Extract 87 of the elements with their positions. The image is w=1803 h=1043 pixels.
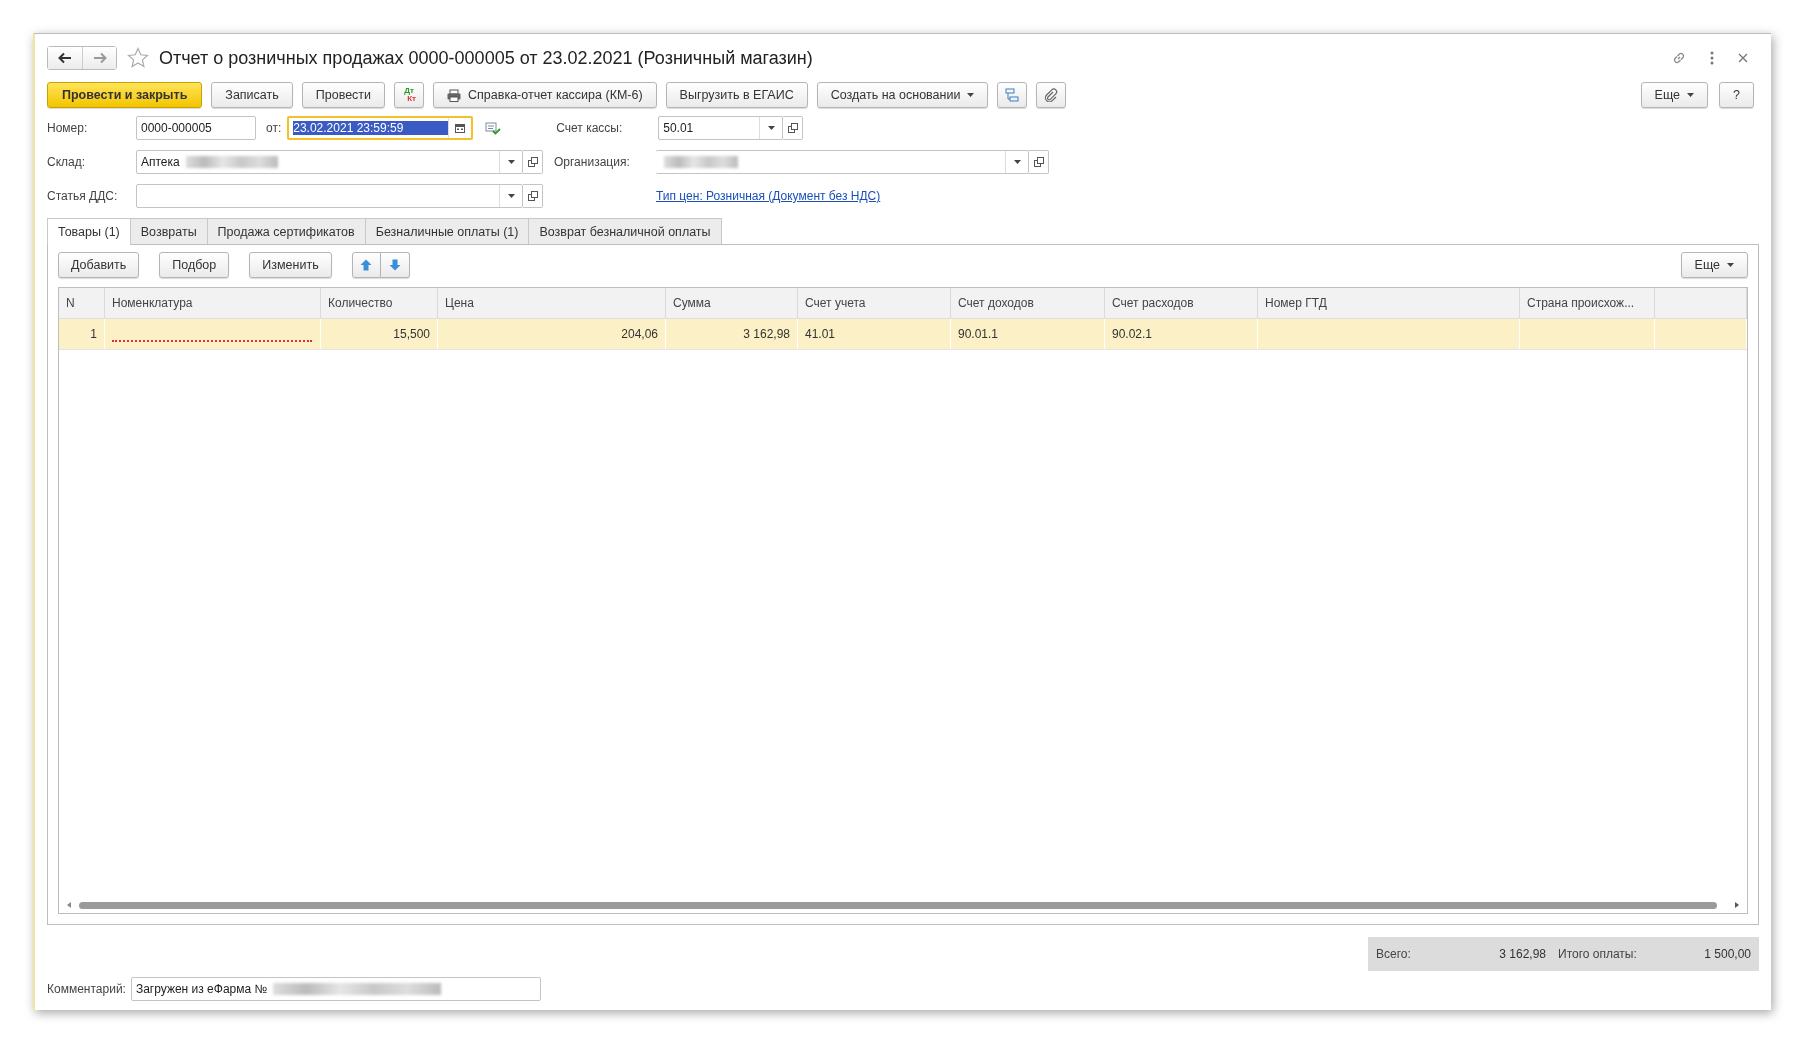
up-arrow-icon bbox=[360, 259, 373, 271]
table-cell: 15,500 bbox=[393, 327, 430, 341]
caret-icon bbox=[507, 194, 515, 198]
table-cell: 90.02.1 bbox=[1112, 327, 1153, 341]
tab[interactable]: Продажа сертификатов bbox=[206, 218, 366, 244]
calendar-icon bbox=[455, 123, 466, 133]
price-type-link[interactable]: Тип цен: Розничная (Документ без НДС) bbox=[656, 189, 881, 203]
cash-account-field[interactable]: 50.01 bbox=[658, 116, 784, 140]
open-icon bbox=[1033, 157, 1044, 167]
field-label: Номер: bbox=[47, 121, 89, 135]
caret-icon bbox=[1013, 160, 1021, 164]
column-header: Цена bbox=[438, 288, 666, 318]
column-header: Счет доходов bbox=[951, 288, 1105, 318]
toolbar-button[interactable]: Выгрузить в ЕГАИС bbox=[665, 82, 808, 108]
warehouse-field[interactable]: Аптека bbox=[136, 150, 523, 174]
paperclip-icon bbox=[1044, 88, 1059, 102]
table-cell: 1 bbox=[90, 327, 97, 341]
toolbar-button[interactable]: Записать bbox=[211, 82, 293, 108]
more-icon bbox=[1709, 50, 1715, 66]
table-cell: 204,06 bbox=[621, 327, 658, 341]
column-header: Количество bbox=[321, 288, 438, 318]
table-cell: 3 162,98 bbox=[743, 327, 790, 341]
organization-field[interactable] bbox=[656, 150, 1029, 174]
scroll-right-icon bbox=[1735, 902, 1739, 908]
scroll-left-icon bbox=[67, 902, 71, 908]
table-row[interactable]: 1 15,500 204,06 3 162,98 41.01 90.01.1 90.02.1 bbox=[59, 319, 1747, 350]
column-header: N bbox=[59, 288, 105, 318]
caret-icon bbox=[1727, 263, 1734, 267]
column-header: Сумма bbox=[666, 288, 798, 318]
down-arrow-icon bbox=[388, 259, 401, 271]
move-down-button[interactable] bbox=[380, 252, 410, 278]
link-icon bbox=[1671, 50, 1687, 66]
caret-icon bbox=[767, 126, 775, 130]
hierarchy-icon bbox=[1005, 88, 1020, 102]
back-button[interactable] bbox=[48, 47, 82, 69]
tab[interactable]: Возвраты bbox=[129, 218, 208, 244]
comment-field[interactable]: Загружен из еФарма № bbox=[130, 977, 541, 1001]
tab[interactable]: Безналичные оплаты (1) bbox=[364, 218, 530, 244]
total-value: 1 500,00 bbox=[1703, 947, 1751, 961]
dt-kt-button[interactable]: Дт Кт bbox=[394, 82, 425, 108]
field-label: Счет кассы: bbox=[556, 121, 624, 135]
caret-icon bbox=[507, 160, 515, 164]
menu-button[interactable]: Еще bbox=[1680, 252, 1748, 278]
toolbar-button[interactable]: Провести bbox=[301, 82, 386, 108]
move-up-button[interactable] bbox=[351, 252, 381, 278]
number-field[interactable]: 0000-000005 bbox=[136, 116, 256, 140]
total-label: Всего: bbox=[1376, 947, 1412, 961]
field-label: от: bbox=[266, 121, 282, 135]
tab[interactable]: Возврат безналичной оплаты bbox=[528, 218, 722, 244]
toolbar-button[interactable]: Подбор bbox=[159, 252, 230, 278]
column-header: Счет учета bbox=[798, 288, 951, 318]
table-cell: 90.01.1 bbox=[958, 327, 999, 341]
help-button[interactable]: ? bbox=[1719, 82, 1754, 108]
open-icon bbox=[787, 123, 798, 133]
field-label: Статья ДДС: bbox=[47, 189, 119, 203]
total-label: Итого оплаты: bbox=[1557, 947, 1638, 961]
date-field[interactable]: 23.02.2021 23:59:59 bbox=[287, 116, 474, 140]
table-cell: 41.01 bbox=[805, 327, 836, 341]
column-header: Страна происхож... bbox=[1520, 288, 1655, 318]
post-and-close-button[interactable]: Провести и закрыть bbox=[47, 82, 203, 108]
field-label: Склад: bbox=[47, 155, 87, 169]
cash-flow-item-field[interactable] bbox=[136, 184, 523, 208]
column-header: Номенклатура bbox=[105, 288, 321, 318]
open-icon bbox=[527, 191, 538, 201]
close-icon bbox=[1737, 52, 1749, 64]
print-button[interactable]: Справка-отчет кассира (КМ-6) bbox=[433, 82, 657, 108]
attach-button[interactable] bbox=[1036, 82, 1067, 108]
column-header: Номер ГТД bbox=[1258, 288, 1520, 318]
post-status-icon bbox=[485, 121, 502, 135]
scrollbar-thumb[interactable] bbox=[79, 901, 1717, 909]
open-icon bbox=[527, 157, 538, 167]
caret-icon bbox=[967, 93, 975, 97]
structure-button[interactable] bbox=[997, 82, 1028, 108]
back-arrow-icon bbox=[58, 52, 72, 64]
toolbar-button[interactable]: Изменить bbox=[249, 252, 332, 278]
printer-icon bbox=[447, 88, 462, 102]
window-title: Отчет о розничных продажах 0000-000005 от 23.02.2021 (Розничный магазин) bbox=[159, 47, 814, 69]
field-label: Комментарий: bbox=[47, 982, 126, 996]
menu-button[interactable]: Создать на основании bbox=[816, 82, 989, 108]
tab[interactable]: Товары (1) bbox=[47, 218, 131, 245]
forward-arrow-icon bbox=[92, 52, 107, 64]
total-value: 3 162,98 bbox=[1498, 947, 1546, 961]
field-label: Организация: bbox=[554, 155, 631, 169]
menu-button[interactable]: Еще bbox=[1640, 82, 1709, 108]
caret-icon bbox=[1687, 93, 1695, 97]
column-header: Счет расходов bbox=[1105, 288, 1258, 318]
toolbar-button[interactable]: Добавить bbox=[58, 252, 140, 278]
